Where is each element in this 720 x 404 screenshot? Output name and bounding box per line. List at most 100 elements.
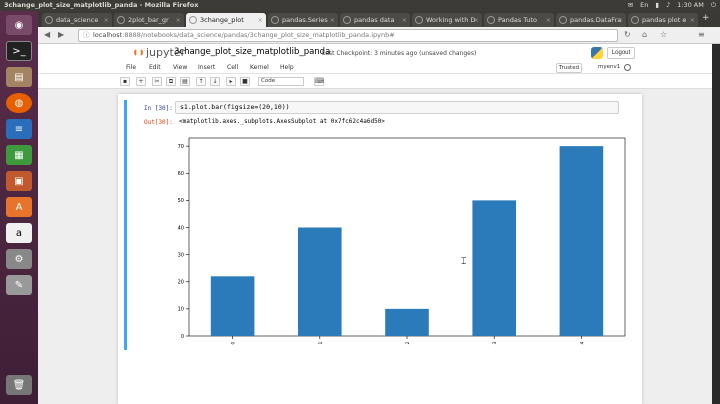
power-icon[interactable]: ⏻: [711, 0, 716, 11]
tab-favicon-icon: [117, 16, 125, 24]
close-icon[interactable]: ×: [176, 13, 181, 27]
tab-plot-bar[interactable]: 2plot_bar_gr ×: [114, 13, 184, 27]
code-input[interactable]: s1.plot.bar(figsize=(20,10)): [175, 101, 619, 114]
reload-icon[interactable]: ↻: [624, 30, 631, 39]
scrollbar[interactable]: [712, 44, 720, 404]
move-up-icon[interactable]: ↑: [196, 77, 206, 86]
close-icon[interactable]: ×: [258, 13, 263, 27]
kernel-status-icon: [624, 64, 631, 71]
close-icon[interactable]: ×: [546, 13, 551, 27]
software-center-icon[interactable]: A: [6, 197, 32, 217]
notebook-container: In [30]: s1.plot.bar(figsize=(20,10)) Ou…: [118, 94, 642, 404]
y-tick-label: 10: [178, 307, 184, 313]
tab-pandas-tutorial[interactable]: Pandas Tuto ×: [484, 13, 554, 27]
clock[interactable]: 1:30 AM: [677, 0, 704, 11]
copy-icon[interactable]: ⧉: [166, 77, 176, 86]
volume-icon[interactable]: ♪: [666, 0, 670, 11]
files-icon[interactable]: ▤: [6, 67, 32, 87]
move-down-icon[interactable]: ↓: [210, 77, 220, 86]
trusted-indicator[interactable]: Trusted: [556, 63, 582, 73]
keyboard-language[interactable]: En: [640, 0, 648, 11]
menu-kernel[interactable]: Kernel: [250, 64, 269, 71]
paste-icon[interactable]: ▤: [180, 77, 190, 86]
selected-cell-indicator: [124, 100, 127, 350]
amazon-icon[interactable]: a: [6, 223, 32, 243]
tab-favicon-icon: [189, 16, 197, 24]
menu-bar: File Edit View Insert Cell Kernel Help T…: [38, 62, 720, 74]
tab-favicon-icon: [559, 16, 567, 24]
trash-icon[interactable]: 🗑: [6, 375, 32, 395]
menu-file[interactable]: File: [126, 64, 136, 71]
menu-icon[interactable]: ≡: [698, 30, 705, 39]
tab-label: data_science: [56, 16, 99, 24]
add-cell-icon[interactable]: +: [136, 77, 146, 86]
logout-button[interactable]: Logout: [607, 47, 635, 59]
close-icon[interactable]: ×: [402, 13, 407, 27]
url-bar[interactable]: ⓘ localhost:8888/notebooks/data_science/…: [78, 29, 618, 42]
close-icon[interactable]: ×: [104, 13, 109, 27]
bar: [298, 227, 342, 336]
output-text: <matplotlib.axes._subplots.AxesSubplot a…: [179, 118, 385, 125]
impress-icon[interactable]: ▣: [6, 171, 32, 191]
mail-icon[interactable]: ✉: [628, 0, 633, 11]
menu-insert[interactable]: Insert: [198, 64, 215, 71]
x-tick-label: 0: [231, 341, 237, 344]
bar: [559, 146, 604, 336]
tab-pandas-data[interactable]: pandas data ×: [340, 13, 410, 27]
bar-chart: 0 10 20 30 40 50 60 70 0 1 2 3 4: [178, 137, 626, 344]
battery-icon[interactable]: ▮: [655, 0, 659, 11]
cell-type-select[interactable]: Code: [258, 77, 304, 86]
output-prompt: Out[30]:: [144, 119, 173, 126]
editor-icon[interactable]: ✎: [6, 275, 32, 295]
tab-pandas-plot[interactable]: pandas plot e ×: [628, 13, 698, 27]
menu-help[interactable]: Help: [280, 64, 294, 71]
tab-label: pandas.Series: [282, 16, 328, 24]
save-icon[interactable]: ▪: [120, 77, 130, 86]
y-tick-label: 0: [181, 334, 184, 340]
top-panel: 3change_plot_size_matplotlib_panda - Moz…: [0, 0, 720, 11]
kernel-name[interactable]: myenv1: [598, 64, 620, 70]
stop-icon[interactable]: ■: [240, 77, 250, 86]
tab-label: Pandas Tuto: [498, 16, 537, 24]
tab-favicon-icon: [631, 16, 639, 24]
tab-change-plot[interactable]: 3change_plot ×: [186, 13, 266, 27]
close-icon[interactable]: ×: [690, 13, 695, 27]
launcher: ◉ >_ ▤ ◍ ≡ ▦ ▣ A a ⚙ ✎ 🗑: [0, 11, 38, 404]
notebook-title[interactable]: 3change_plot_size_matplotlib_panda: [174, 47, 330, 57]
run-icon[interactable]: ▸: [226, 77, 236, 86]
firefox-icon[interactable]: ◍: [6, 93, 32, 113]
keyboard-icon[interactable]: ⌨: [314, 77, 324, 86]
x-tick-label: 1: [318, 341, 324, 344]
x-tick-label: 2: [405, 341, 411, 344]
bookmark-icon[interactable]: ☆: [660, 30, 667, 39]
back-icon[interactable]: ◀: [44, 30, 50, 39]
tab-label: 2plot_bar_gr: [128, 16, 169, 24]
y-tick-label: 40: [178, 225, 184, 231]
python-logo-icon: [591, 47, 603, 59]
info-icon[interactable]: ⓘ: [83, 30, 90, 41]
calc-icon[interactable]: ▦: [6, 145, 32, 165]
close-icon[interactable]: ×: [330, 13, 335, 27]
search-dash-icon[interactable]: ◉: [6, 15, 32, 35]
menu-cell[interactable]: Cell: [227, 64, 238, 71]
tab-pandas-dataframe[interactable]: pandas.DataFra ×: [556, 13, 626, 27]
tab-working-with[interactable]: Working with D ×: [412, 13, 482, 27]
new-tab-icon[interactable]: +: [702, 13, 710, 23]
tab-favicon-icon: [343, 16, 351, 24]
menu-view[interactable]: View: [173, 64, 187, 71]
writer-icon[interactable]: ≡: [6, 119, 32, 139]
tab-data-science[interactable]: data_science ×: [42, 13, 112, 27]
terminal-icon[interactable]: >_: [6, 41, 32, 61]
menu-edit[interactable]: Edit: [149, 64, 161, 71]
tab-label: Working with D: [426, 16, 476, 24]
close-icon[interactable]: ×: [618, 13, 623, 27]
close-icon[interactable]: ×: [474, 13, 479, 27]
notebook-toolbar: ▪ + ✂ ⧉ ▤ ↑ ↓ ▸ ■ ↻ Code ⌨: [38, 74, 720, 89]
y-tick-label: 20: [178, 280, 184, 286]
tab-pandas-series[interactable]: pandas.Series ×: [268, 13, 338, 27]
settings-icon[interactable]: ⚙: [6, 249, 32, 269]
home-icon[interactable]: ⌂: [642, 30, 647, 39]
bar: [210, 276, 255, 336]
cut-icon[interactable]: ✂: [152, 77, 162, 86]
forward-icon[interactable]: ▶: [58, 30, 64, 39]
